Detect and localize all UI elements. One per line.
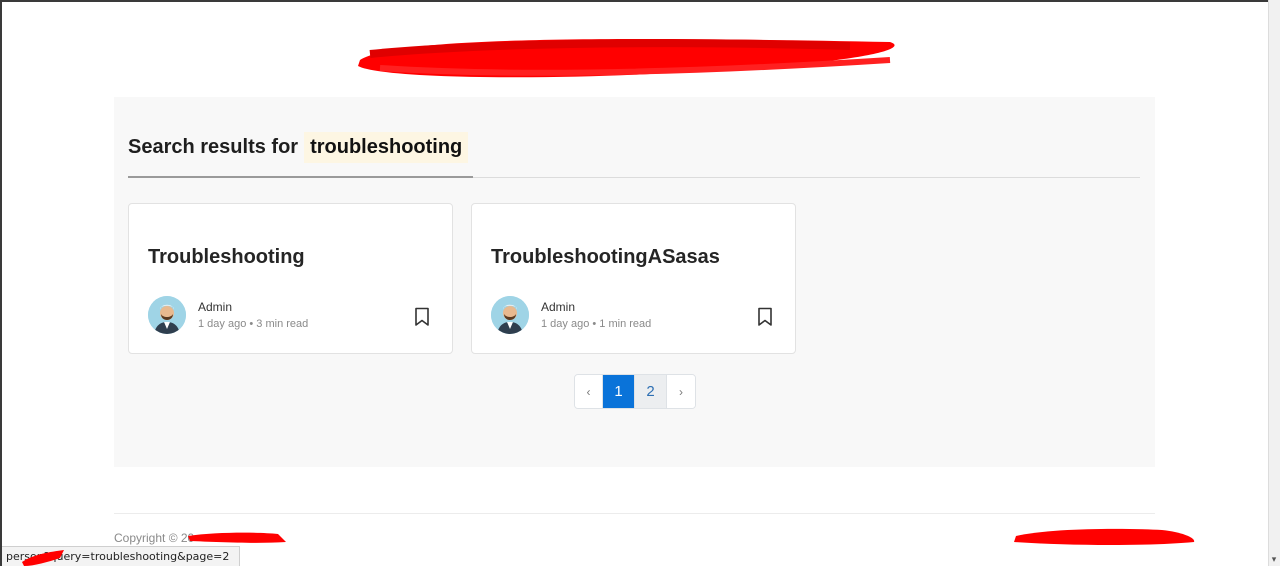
author-name: Admin	[541, 300, 576, 314]
pagination-page-2[interactable]: 2	[635, 375, 667, 408]
search-results-panel: Search results for troubleshooting Troub…	[114, 97, 1155, 467]
copyright-text: Copyright © 20	[114, 531, 195, 545]
scroll-down-arrow-icon[interactable]: ▾	[1270, 554, 1278, 564]
pagination: ‹ 1 2 ›	[574, 374, 696, 409]
post-meta: 1 day ago • 1 min read	[541, 318, 652, 330]
pagination-page-1[interactable]: 1	[603, 375, 635, 408]
redacted-footer-link	[1014, 528, 1195, 545]
status-url: ?query=troubleshooting&page=2	[43, 550, 230, 563]
pagination-prev-button[interactable]: ‹	[575, 375, 603, 408]
search-query-highlight: troubleshooting	[304, 131, 469, 163]
redacted-logo	[358, 39, 895, 78]
bookmark-icon[interactable]	[414, 307, 430, 327]
heading-underline	[128, 176, 473, 178]
post-meta: 1 day ago • 3 min read	[198, 318, 309, 330]
result-title[interactable]: TroubleshootingASasas	[491, 246, 720, 269]
pagination-next-button[interactable]: ›	[667, 375, 695, 408]
search-results-heading: Search results for troubleshooting	[128, 129, 469, 165]
author-name: Admin	[198, 300, 233, 314]
footer-divider	[114, 513, 1155, 514]
result-card[interactable]: Troubleshooting Admin 1 day ago • 3 min …	[128, 203, 453, 354]
redacted-copyright-owner	[188, 532, 286, 543]
author-avatar	[491, 296, 529, 334]
redacted-status-url	[22, 550, 64, 566]
search-results-prefix: Search results for	[128, 135, 299, 158]
result-card[interactable]: TroubleshootingASasas Admin 1 day ago • …	[471, 203, 796, 354]
vertical-scrollbar[interactable]: ▾	[1268, 0, 1280, 566]
bookmark-icon[interactable]	[757, 307, 773, 327]
result-title[interactable]: Troubleshooting	[148, 246, 305, 269]
author-avatar	[148, 296, 186, 334]
